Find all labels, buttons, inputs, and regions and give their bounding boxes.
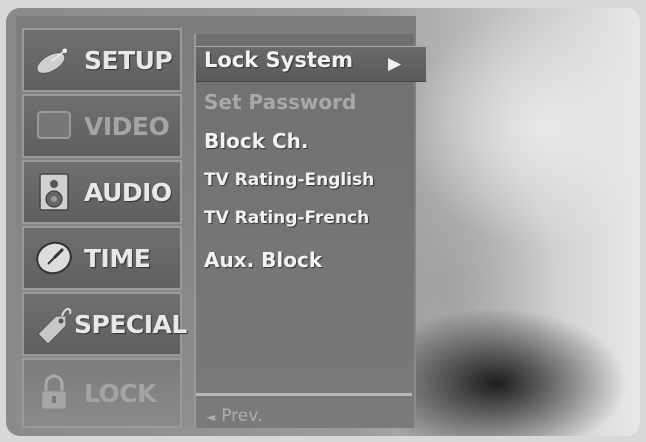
menu-item-set-password[interactable]: Set Password: [204, 90, 356, 114]
tab-setup-label: SETUP: [84, 45, 173, 75]
arrow-left-icon: ◄: [206, 410, 216, 424]
tab-lock[interactable]: LOCK: [22, 358, 182, 428]
arrow-right-icon: ▶: [388, 54, 402, 74]
tab-time[interactable]: TIME: [22, 226, 182, 290]
video-screen-icon: [34, 106, 74, 146]
tab-video-label: VIDEO: [84, 111, 170, 141]
submenu-divider: [196, 393, 412, 396]
tab-video[interactable]: VIDEO: [22, 94, 182, 158]
main-menu-column: SETUP VIDEO AUDIO TIME SPECIAL LOCK: [22, 28, 187, 428]
tv-screen: SETUP VIDEO AUDIO TIME SPECIAL LOCK Lock…: [6, 8, 640, 436]
prev-button[interactable]: ◄ Prev.: [206, 406, 262, 426]
tab-audio[interactable]: AUDIO: [22, 160, 182, 224]
lock-icon: [34, 373, 74, 413]
tab-special-label: SPECIAL: [74, 309, 187, 339]
tab-time-label: TIME: [84, 243, 151, 273]
menu-item-tv-rating-english[interactable]: TV Rating-English: [204, 170, 374, 190]
satellite-dish-icon: [34, 40, 74, 80]
tab-setup[interactable]: SETUP: [22, 28, 182, 92]
menu-item-aux-block[interactable]: Aux. Block: [204, 248, 322, 272]
tab-lock-label: LOCK: [84, 378, 157, 408]
speaker-icon: [34, 172, 74, 212]
menu-item-block-channel[interactable]: Block Ch.: [204, 129, 308, 153]
tab-special[interactable]: SPECIAL: [22, 292, 187, 356]
prev-label: Prev.: [221, 406, 263, 426]
menu-item-lock-system[interactable]: Lock System: [204, 48, 353, 72]
tab-audio-label: AUDIO: [84, 177, 172, 207]
tag-icon: [34, 304, 74, 344]
clock-icon: [34, 238, 74, 278]
menu-item-tv-rating-french[interactable]: TV Rating-French: [204, 208, 369, 228]
